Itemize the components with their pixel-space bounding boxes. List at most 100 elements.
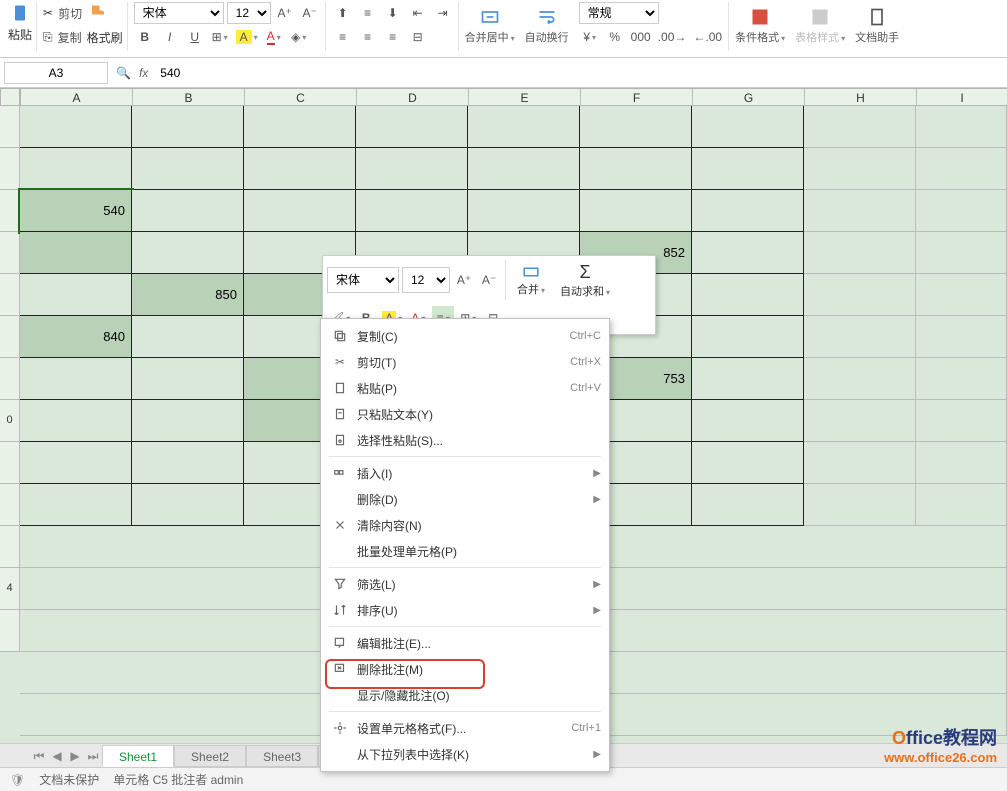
align-middle-button[interactable]: ≡: [357, 2, 379, 24]
mini-font-size[interactable]: 12: [402, 267, 450, 293]
cell[interactable]: [916, 442, 1007, 484]
underline-button[interactable]: U: [184, 26, 206, 48]
increase-font-button[interactable]: A⁺: [274, 2, 296, 24]
increase-indent-button[interactable]: ⇥: [432, 2, 454, 24]
cell[interactable]: [692, 316, 804, 358]
col-header[interactable]: G: [693, 89, 805, 105]
doc-helper-button[interactable]: 文档助手: [851, 2, 903, 50]
row-header[interactable]: [0, 610, 20, 652]
align-right-button[interactable]: ≡: [382, 26, 404, 48]
menu-batch[interactable]: 批量处理单元格(P): [321, 538, 609, 564]
align-center-button[interactable]: ≡: [357, 26, 379, 48]
menu-clear[interactable]: 清除内容(N): [321, 512, 609, 538]
copy-button[interactable]: 复制: [56, 26, 84, 48]
cut-button[interactable]: 剪切: [56, 2, 84, 24]
row-header[interactable]: [0, 484, 20, 526]
cell[interactable]: [916, 106, 1007, 148]
cell[interactable]: [132, 400, 244, 442]
cell[interactable]: [580, 190, 692, 232]
cell[interactable]: [916, 232, 1007, 274]
col-header[interactable]: H: [805, 89, 917, 105]
cell[interactable]: [916, 358, 1007, 400]
paste-button[interactable]: [8, 2, 32, 24]
align-bottom-button[interactable]: ⬇: [382, 2, 404, 24]
cell[interactable]: [132, 148, 244, 190]
align-top-button[interactable]: ⬆: [332, 2, 354, 24]
cell[interactable]: [692, 274, 804, 316]
cell[interactable]: [916, 316, 1007, 358]
number-format-select[interactable]: 常规: [579, 2, 659, 24]
tab-nav-prev[interactable]: ◀: [48, 744, 66, 768]
mini-decrease-font[interactable]: A⁻: [478, 268, 500, 292]
bold-button[interactable]: B: [134, 26, 156, 48]
cell[interactable]: [916, 484, 1007, 526]
comma-button[interactable]: 000: [629, 26, 653, 48]
cell[interactable]: [20, 358, 132, 400]
menu-copy[interactable]: 复制(C) Ctrl+C: [321, 323, 609, 349]
col-header[interactable]: B: [133, 89, 245, 105]
cell[interactable]: [692, 442, 804, 484]
col-header[interactable]: C: [245, 89, 357, 105]
cell[interactable]: [132, 358, 244, 400]
sheet-tab-2[interactable]: Sheet2: [174, 745, 246, 767]
name-box[interactable]: [4, 62, 108, 84]
row-header[interactable]: [0, 106, 20, 148]
cell[interactable]: [804, 232, 916, 274]
menu-delete[interactable]: 删除(D) ▶: [321, 486, 609, 512]
menu-sort[interactable]: 排序(U) ▶: [321, 597, 609, 623]
row-header[interactable]: 4: [0, 568, 20, 610]
cell[interactable]: [20, 484, 132, 526]
fill-color-button[interactable]: A: [234, 26, 260, 48]
menu-edit-comment[interactable]: 编辑批注(E)...: [321, 630, 609, 656]
cell[interactable]: [692, 190, 804, 232]
cell[interactable]: [20, 232, 132, 274]
cell-a6[interactable]: 840: [20, 316, 132, 358]
increase-decimal-button[interactable]: .00→: [656, 26, 689, 48]
wrap-text-button[interactable]: 自动换行: [521, 2, 573, 50]
cell[interactable]: [804, 274, 916, 316]
tab-nav-next[interactable]: ▶: [66, 744, 84, 768]
cell[interactable]: [804, 358, 916, 400]
cell[interactable]: [132, 190, 244, 232]
format-painter-button[interactable]: [87, 2, 109, 24]
fx-label[interactable]: fx: [139, 66, 148, 80]
decrease-font-button[interactable]: A⁻: [299, 2, 321, 24]
font-color-button[interactable]: A: [263, 26, 285, 48]
sheet-tab-3[interactable]: Sheet3: [246, 745, 318, 767]
menu-insert[interactable]: 插入(I) ▶: [321, 460, 609, 486]
decrease-indent-button[interactable]: ⇤: [407, 2, 429, 24]
cell[interactable]: [356, 190, 468, 232]
align-left-button[interactable]: ≡: [332, 26, 354, 48]
merge-cells-button[interactable]: ⊟: [407, 26, 429, 48]
cell[interactable]: [692, 484, 804, 526]
tab-nav-first[interactable]: ⏮: [30, 744, 48, 768]
cell[interactable]: [356, 148, 468, 190]
cell[interactable]: [132, 442, 244, 484]
cell[interactable]: [804, 106, 916, 148]
cell[interactable]: [20, 148, 132, 190]
conditional-format-button[interactable]: 条件格式: [731, 2, 789, 50]
font-family-select[interactable]: 宋体: [134, 2, 224, 24]
percent-button[interactable]: %: [604, 26, 626, 48]
cell[interactable]: [804, 190, 916, 232]
menu-paste-special[interactable]: 选择性粘贴(S)...: [321, 427, 609, 453]
cell[interactable]: [804, 316, 916, 358]
row-header[interactable]: 0: [0, 400, 20, 442]
cell[interactable]: [692, 106, 804, 148]
cell[interactable]: [132, 484, 244, 526]
cell[interactable]: [692, 232, 804, 274]
cell[interactable]: [468, 148, 580, 190]
border-button[interactable]: ⊞: [209, 26, 231, 48]
cell[interactable]: [916, 274, 1007, 316]
cell[interactable]: [692, 148, 804, 190]
menu-filter[interactable]: 筛选(L) ▶: [321, 571, 609, 597]
cell[interactable]: [244, 190, 356, 232]
cell[interactable]: [804, 442, 916, 484]
col-header[interactable]: E: [469, 89, 581, 105]
cell[interactable]: [132, 106, 244, 148]
cell[interactable]: [692, 358, 804, 400]
cell[interactable]: [804, 484, 916, 526]
col-header[interactable]: D: [357, 89, 469, 105]
row-header[interactable]: [0, 190, 20, 232]
row-header[interactable]: [0, 148, 20, 190]
